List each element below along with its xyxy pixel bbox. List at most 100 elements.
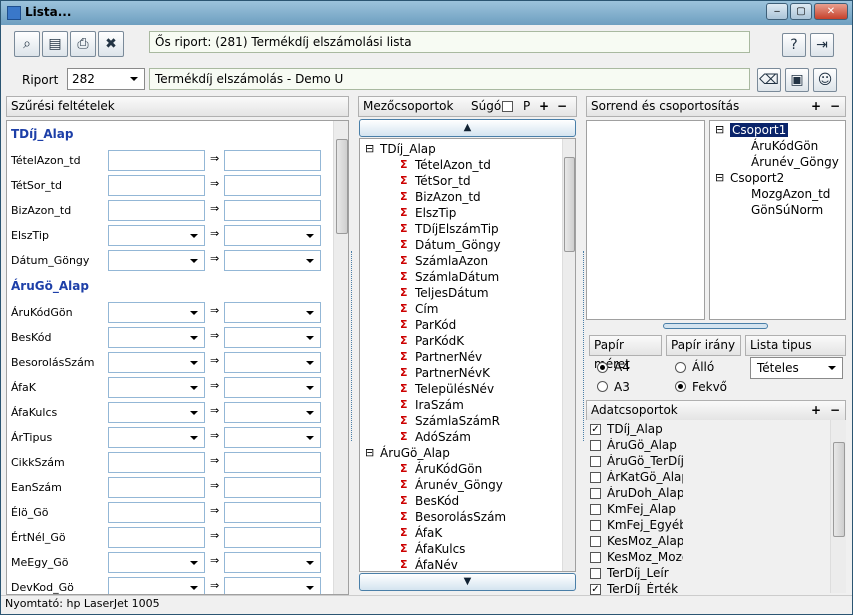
field-item[interactable]: TétSor_td [415,174,471,188]
filter-to-input[interactable] [224,352,321,373]
field-item[interactable]: IraSzám [415,398,464,412]
field-item[interactable]: PartnerNév [415,350,482,364]
filters-scrollbar[interactable] [333,121,348,594]
sort-group-name[interactable]: Csoport1 [730,123,789,137]
filter-from-input[interactable] [108,327,205,348]
expand-all-icon[interactable]: + [539,97,549,116]
datagroups-expand-icon[interactable]: + [811,401,821,420]
filter-from-input[interactable] [108,502,205,523]
users-icon[interactable]: ☺ [813,68,837,92]
sort-collapse-icon[interactable]: − [830,97,840,116]
tree-collapse-icon[interactable]: ⊟ [365,142,374,155]
filter-from-input[interactable] [108,427,205,448]
datagroup-checkbox[interactable] [590,488,601,499]
field-item[interactable]: BesorolásSzám [415,510,506,524]
datagroup-checkbox[interactable] [590,520,601,531]
a4-radio[interactable] [597,362,608,373]
help-icon[interactable]: ? [782,33,806,57]
field-item[interactable]: TételAzon_td [415,158,491,172]
filter-from-input[interactable] [108,150,205,171]
riport-select[interactable]: 282 [67,68,145,90]
field-item[interactable]: ÁfaKulcs [415,542,465,556]
collapse-all-icon[interactable]: − [557,97,567,116]
field-item[interactable]: ÁfaK [415,526,442,540]
field-item[interactable]: SzámlaSzámR [415,414,500,428]
close-button[interactable]: ✕ [814,3,848,20]
print-icon[interactable]: ⎙ [70,31,96,57]
filter-from-input[interactable] [108,200,205,221]
field-item[interactable]: TelepülésNév [415,382,494,396]
filter-from-input[interactable] [108,225,205,246]
filter-from-input[interactable] [108,452,205,473]
fields-scroll-thumb[interactable] [564,157,575,252]
filter-to-input[interactable] [224,577,321,594]
field-group-name[interactable]: TDíj_Alap [380,142,436,156]
field-item[interactable]: ElszTip [415,206,456,220]
filter-to-input[interactable] [224,452,321,473]
filters-scroll-thumb[interactable] [336,139,348,234]
filter-to-input[interactable] [224,552,321,573]
minimize-button[interactable]: ‒ [766,3,788,20]
filter-to-input[interactable] [224,477,321,498]
field-item[interactable]: Árunév_Göngy [415,478,503,492]
field-item[interactable]: ÁfaNév [415,558,458,571]
sort-item[interactable]: ÁruKódGön [751,139,818,153]
tree-collapse-icon[interactable]: ⊟ [365,446,374,459]
filter-from-input[interactable] [108,527,205,548]
filter-to-input[interactable] [224,150,321,171]
sort-group-name[interactable]: Csoport2 [730,171,784,185]
preview-icon[interactable]: ⌕ [14,31,40,57]
filter-to-input[interactable] [224,377,321,398]
filter-to-input[interactable] [224,327,321,348]
filter-group-title[interactable]: ÁruGö_Alap [11,279,89,293]
datagroup-checkbox[interactable]: ✓ [590,424,601,435]
field-item[interactable]: TDíjElszámTip [415,222,499,236]
filter-to-input[interactable] [224,527,321,548]
datagroups-scrollbar[interactable] [830,420,846,593]
filter-from-input[interactable] [108,402,205,423]
filter-to-input[interactable] [224,200,321,221]
filter-from-input[interactable] [108,552,205,573]
horizontal-splitter[interactable] [663,323,768,329]
filter-to-input[interactable] [224,175,321,196]
datagroup-checkbox[interactable] [590,472,601,483]
riport-name-field[interactable]: Termékdíj elszámolás - Demo U [149,68,750,90]
filter-to-input[interactable] [224,302,321,323]
settings-icon[interactable]: ▤ [42,31,68,57]
list-type-select[interactable]: Tételes [750,357,843,379]
sort-expand-icon[interactable]: + [811,97,821,116]
field-item[interactable]: Cím [415,302,438,316]
datagroups-collapse-icon[interactable]: − [830,401,840,420]
left-splitter[interactable] [351,251,356,441]
field-item[interactable]: AdóSzám [415,430,471,444]
datagroup-checkbox[interactable] [590,536,601,547]
tree-collapse-icon[interactable]: ⊟ [715,123,724,136]
filter-to-input[interactable] [224,427,321,448]
maximize-button[interactable]: ▢ [790,3,812,20]
field-item[interactable]: PartnerNévK [415,366,490,380]
exit-icon[interactable]: ⇥ [810,33,834,57]
field-item[interactable]: ParKódK [415,334,464,348]
filter-from-input[interactable] [108,377,205,398]
scroll-up-button[interactable]: ▲ [359,119,576,137]
field-item[interactable]: ÁruKódGön [415,462,482,476]
filter-from-input[interactable] [108,477,205,498]
sort-item[interactable]: Árunév_Göngy [751,155,839,169]
tree-collapse-icon[interactable]: ⊟ [715,171,724,184]
help-checkbox[interactable] [502,101,513,112]
datagroup-checkbox[interactable]: ✓ [590,584,601,595]
filter-to-input[interactable] [224,250,321,271]
field-item[interactable]: Dátum_Göngy [415,238,501,252]
datagroup-checkbox[interactable] [590,440,601,451]
filter-from-input[interactable] [108,175,205,196]
scroll-down-button[interactable]: ▼ [359,573,576,591]
filter-group-title[interactable]: TDíj_Alap [11,127,73,141]
landscape-radio[interactable] [675,381,686,392]
datagroup-checkbox[interactable] [590,504,601,515]
a3-radio[interactable] [597,381,608,392]
sort-list[interactable] [586,120,705,320]
filter-to-input[interactable] [224,502,321,523]
field-item[interactable]: BesKód [415,494,459,508]
datagroup-checkbox[interactable] [590,552,601,563]
field-item[interactable]: SzámlaAzon [415,254,488,268]
